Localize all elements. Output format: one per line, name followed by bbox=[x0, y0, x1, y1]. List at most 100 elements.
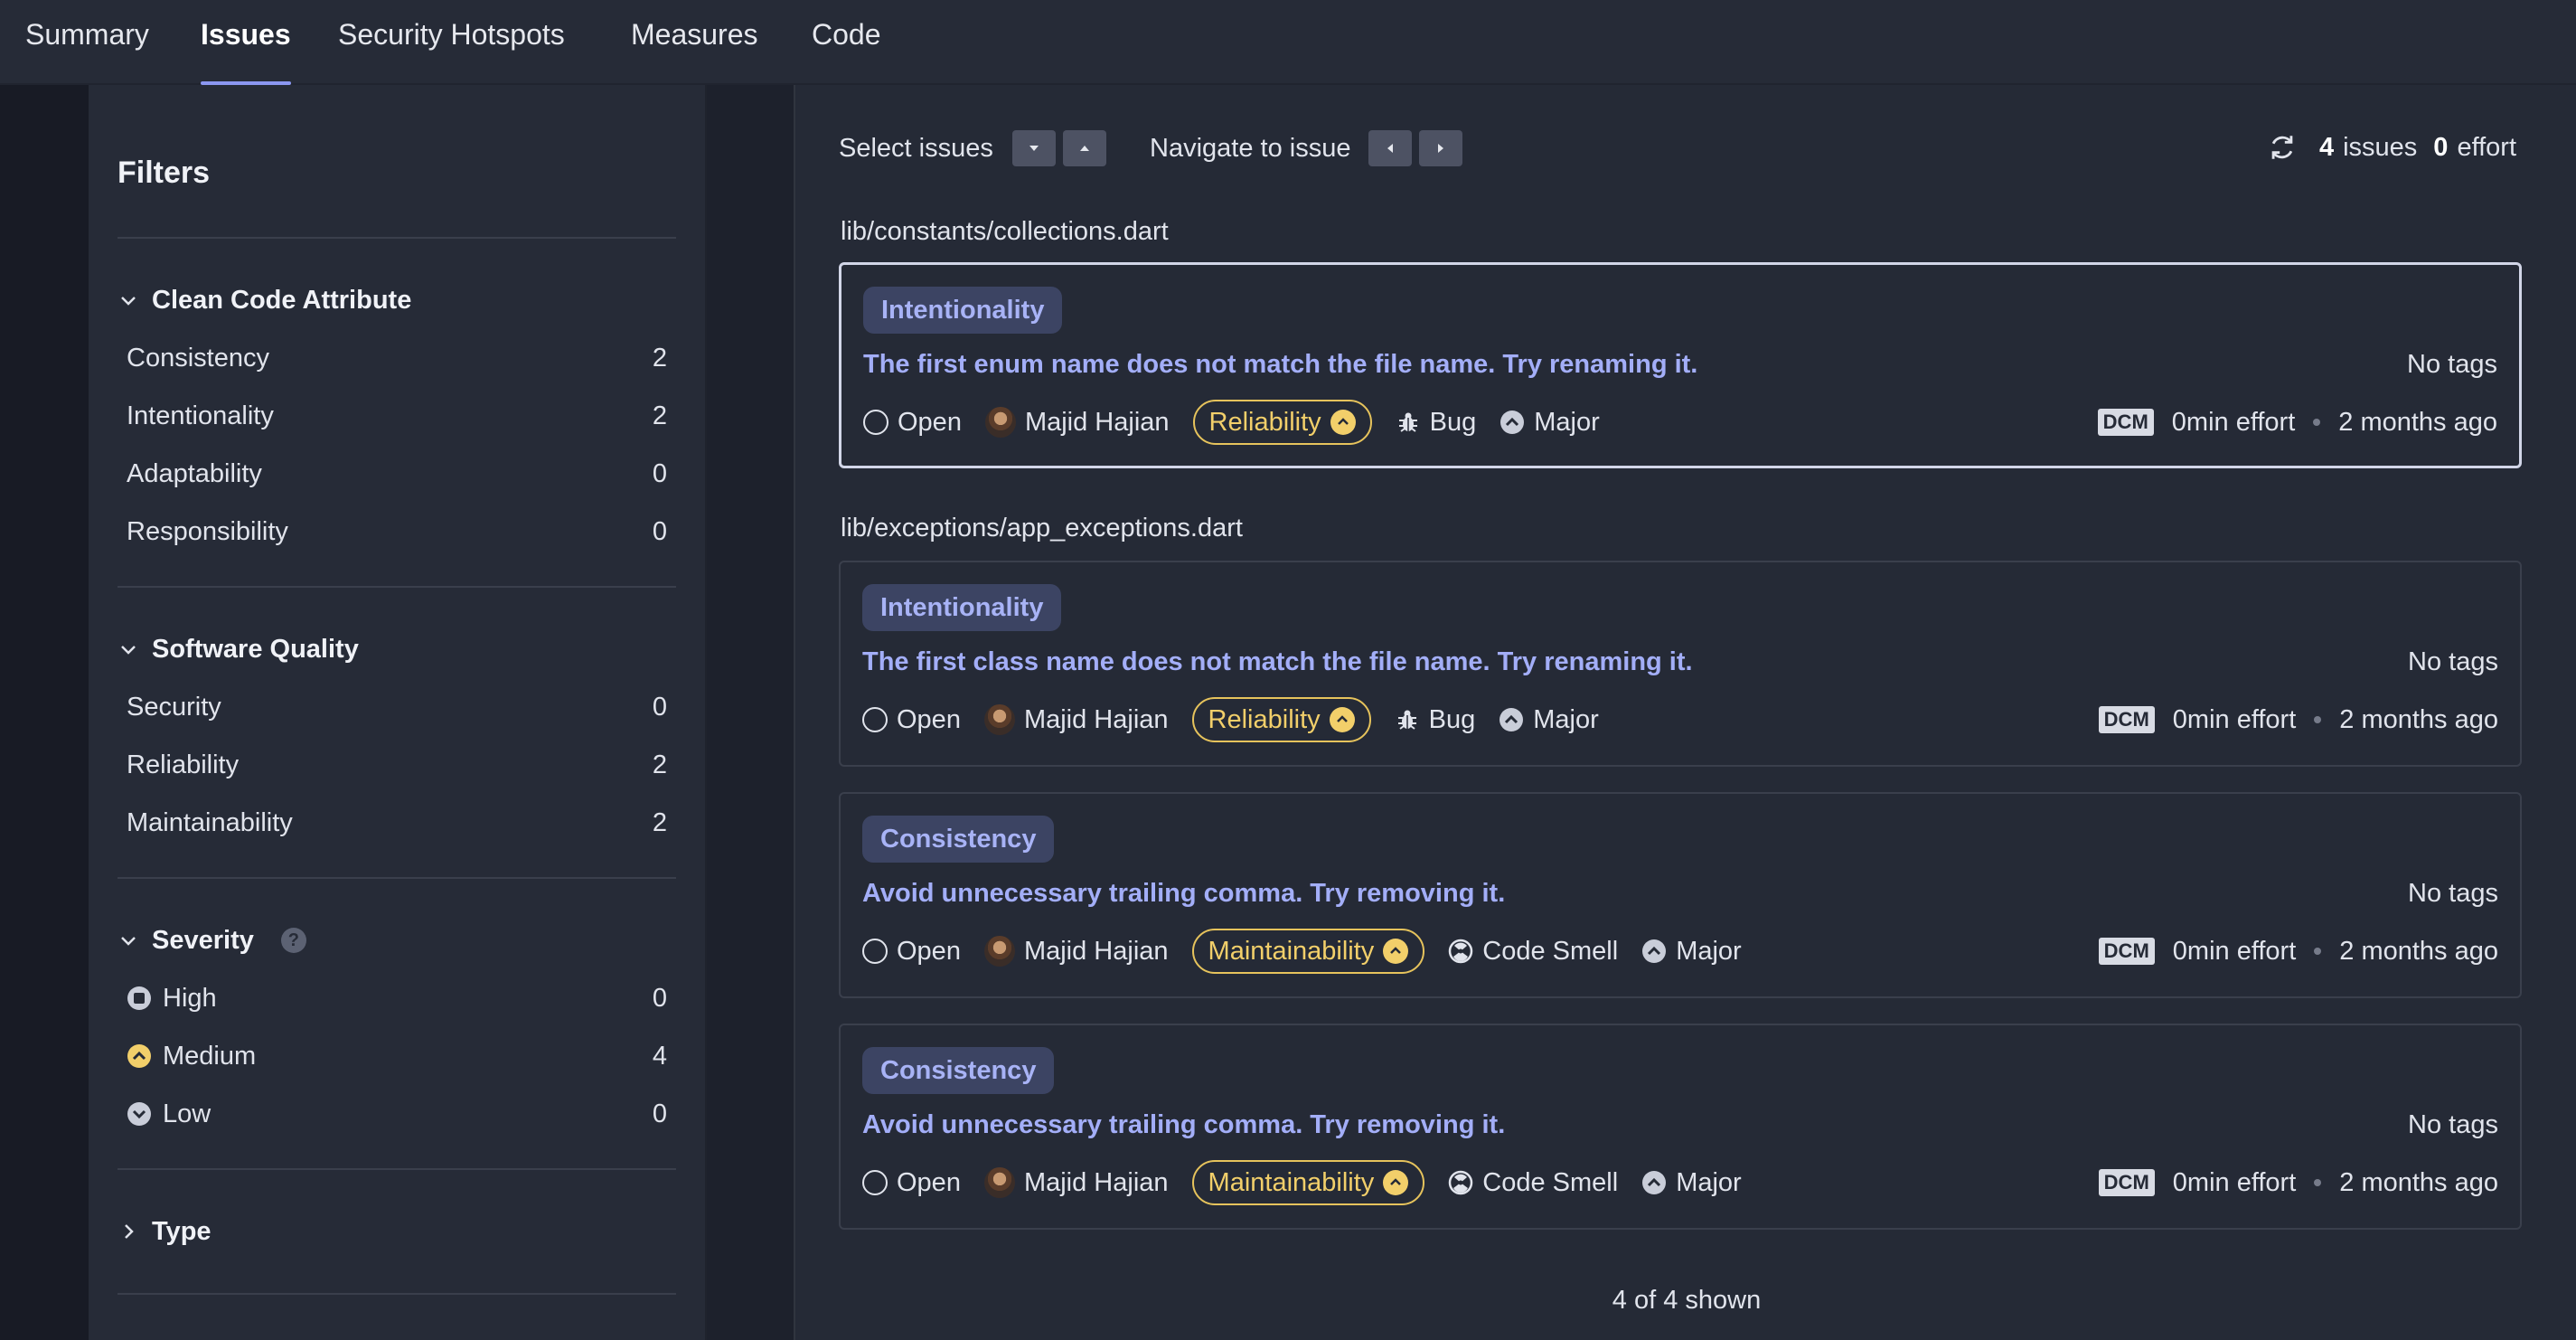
software-quality-badge[interactable]: Reliability bbox=[1191, 697, 1371, 742]
software-quality-badge[interactable]: Reliability bbox=[1192, 400, 1372, 445]
tab-measures[interactable]: Measures bbox=[631, 0, 758, 85]
effort-word: effort bbox=[2457, 132, 2516, 162]
severity-facet-header[interactable]: Severity ? bbox=[118, 922, 306, 958]
facet-item-responsibility[interactable]: Responsibility 0 bbox=[127, 512, 667, 552]
software-quality-facet-header[interactable]: Software Quality bbox=[118, 631, 359, 667]
avatar bbox=[983, 936, 1015, 967]
assignee-name: Majid Hajian bbox=[1023, 936, 1169, 966]
issue-type: Bug bbox=[1396, 408, 1476, 438]
facet-item-label-group: Low bbox=[127, 1099, 211, 1129]
facet-item-reliability[interactable]: Reliability 2 bbox=[127, 745, 667, 785]
tab-security-hotspots[interactable]: Security Hotspots bbox=[338, 0, 565, 85]
issue-type: Code Smell bbox=[1448, 937, 1618, 967]
facet-item-count: 0 bbox=[652, 692, 667, 722]
tags-label[interactable]: No tags bbox=[2408, 879, 2498, 909]
facet-item-low[interactable]: Low 0 bbox=[127, 1094, 667, 1134]
facet-item-count: 2 bbox=[652, 750, 667, 779]
issue-assignee[interactable]: Majid Hajian bbox=[983, 704, 1169, 735]
divider bbox=[118, 237, 676, 239]
avatar bbox=[983, 704, 1015, 735]
facet-item-label: Consistency bbox=[127, 343, 269, 373]
software-quality-badge[interactable]: Maintainability bbox=[1191, 1160, 1425, 1205]
filters-title: Filters bbox=[118, 156, 211, 190]
issues-word: issues bbox=[2343, 132, 2418, 162]
tags-label[interactable]: No tags bbox=[2408, 1110, 2498, 1140]
facet-title: Type bbox=[152, 1216, 212, 1246]
tags-label[interactable]: No tags bbox=[2408, 647, 2498, 677]
left-gutter bbox=[0, 85, 89, 1340]
avatar bbox=[983, 1167, 1015, 1198]
select-prev-issue-key[interactable] bbox=[1063, 130, 1106, 166]
facet-item-label: Reliability bbox=[127, 750, 240, 779]
issue-assignee[interactable]: Majid Hajian bbox=[983, 1167, 1169, 1198]
facet-item-adaptability[interactable]: Adaptability 0 bbox=[127, 454, 667, 494]
facet-item-intentionality[interactable]: Intentionality 2 bbox=[127, 396, 667, 436]
facet-item-high[interactable]: High 0 bbox=[127, 978, 667, 1018]
issue-card[interactable]: Intentionality The first class name does… bbox=[839, 561, 2522, 767]
issue-meta: Open Majid Hajian Maintainability Code S… bbox=[862, 1159, 1765, 1206]
caret-down-icon bbox=[1029, 146, 1039, 151]
select-next-issue-key[interactable] bbox=[1012, 130, 1056, 166]
shown-count: 4 of 4 shown bbox=[1612, 1286, 1762, 1315]
navigate-next-issue-key[interactable] bbox=[1419, 130, 1462, 166]
facet-item-count: 2 bbox=[652, 401, 667, 430]
issue-meta-right: DCM 0min effort 2 months ago bbox=[2098, 928, 2498, 975]
facet-item-security[interactable]: Security 0 bbox=[127, 687, 667, 727]
software-quality-label: Maintainability bbox=[1208, 1167, 1375, 1197]
tags-label[interactable]: No tags bbox=[2407, 350, 2497, 380]
issue-title-link[interactable]: Avoid unnecessary trailing comma. Try re… bbox=[862, 879, 1505, 909]
facet-item-consistency[interactable]: Consistency 2 bbox=[127, 338, 667, 378]
issue-severity: Major bbox=[1641, 1168, 1742, 1198]
effort-label: 0min effort bbox=[2172, 1167, 2297, 1197]
avatar bbox=[984, 407, 1016, 438]
issue-assignee[interactable]: Majid Hajian bbox=[983, 936, 1169, 967]
issue-card[interactable]: Intentionality The first enum name does … bbox=[839, 262, 2522, 468]
help-icon[interactable]: ? bbox=[280, 928, 306, 953]
severity-label: Major bbox=[1676, 936, 1742, 966]
file-path: lib/constants/collections.dart bbox=[841, 217, 1169, 246]
caret-left-icon bbox=[1387, 144, 1393, 153]
issue-type: Bug bbox=[1395, 705, 1475, 735]
major-severity-icon bbox=[1642, 1171, 1667, 1194]
software-quality-badge[interactable]: Maintainability bbox=[1191, 929, 1425, 974]
facet-item-maintainability[interactable]: Maintainability 2 bbox=[127, 803, 667, 843]
issue-meta-right: DCM 0min effort 2 months ago bbox=[2098, 1159, 2498, 1206]
issue-title-link[interactable]: The first enum name does not match the f… bbox=[863, 350, 1697, 380]
issue-status[interactable]: Open bbox=[862, 1168, 961, 1198]
facet-item-medium[interactable]: Medium 4 bbox=[127, 1036, 667, 1076]
clean-code-attribute-facet-header[interactable]: Clean Code Attribute bbox=[118, 282, 411, 318]
chevron-down-icon bbox=[121, 937, 136, 946]
severity-label: Major bbox=[1676, 1167, 1742, 1197]
issues-count: 4 bbox=[2318, 132, 2335, 162]
clean-code-attribute-badge: Intentionality bbox=[863, 287, 1063, 334]
facet-item-label: Security bbox=[127, 692, 221, 722]
issue-status[interactable]: Open bbox=[863, 408, 962, 438]
issue-card[interactable]: Consistency Avoid unnecessary trailing c… bbox=[839, 792, 2522, 998]
facet-item-count: 2 bbox=[652, 807, 667, 837]
software-quality-label: Reliability bbox=[1208, 407, 1321, 437]
issue-title-link[interactable]: Avoid unnecessary trailing comma. Try re… bbox=[862, 1110, 1505, 1140]
effort-label: 0min effort bbox=[2172, 704, 2297, 734]
issue-status[interactable]: Open bbox=[862, 705, 961, 735]
severity-medium-icon bbox=[127, 1044, 151, 1068]
age-label: 2 months ago bbox=[2339, 704, 2498, 734]
facet-item-label: Intentionality bbox=[127, 401, 274, 430]
tab-code[interactable]: Code bbox=[812, 0, 881, 85]
reload-icon[interactable] bbox=[2267, 132, 2298, 163]
age-label: 2 months ago bbox=[2339, 936, 2498, 966]
issue-title-link[interactable]: The first class name does not match the … bbox=[862, 647, 1693, 677]
chevron-right-icon bbox=[125, 1224, 134, 1239]
tab-issues[interactable]: Issues bbox=[201, 0, 291, 85]
issue-meta: Open Majid Hajian Maintainability Code S… bbox=[862, 928, 1765, 975]
issue-card[interactable]: Consistency Avoid unnecessary trailing c… bbox=[839, 1024, 2522, 1230]
issue-status[interactable]: Open bbox=[862, 937, 961, 967]
severity-label: Major bbox=[1533, 704, 1599, 734]
issue-assignee[interactable]: Majid Hajian bbox=[984, 407, 1170, 438]
tab-summary[interactable]: Summary bbox=[25, 0, 149, 85]
issue-meta: Open Majid Hajian Reliability Bug Major bbox=[863, 399, 1623, 446]
assignee-name: Majid Hajian bbox=[1024, 407, 1170, 437]
severity-medium-icon bbox=[1383, 939, 1409, 964]
navigate-prev-issue-key[interactable] bbox=[1368, 130, 1412, 166]
software-quality-label: Reliability bbox=[1208, 704, 1321, 734]
type-facet-header[interactable]: Type bbox=[118, 1213, 212, 1250]
